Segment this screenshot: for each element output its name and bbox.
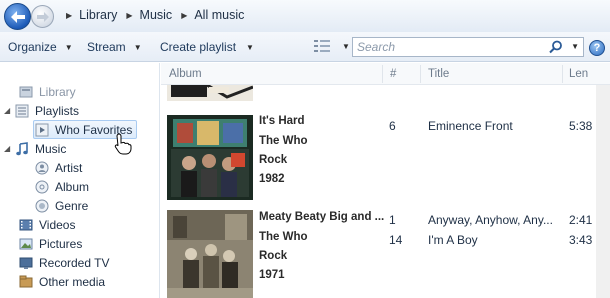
track-number[interactable]: 6 [389,119,396,133]
create-playlist-button[interactable]: Create playlist ▼ [160,40,254,54]
album-art-meaty-beaty[interactable] [167,210,253,298]
organize-label: Organize [8,40,57,54]
nav-item-other-media-label: Other media [39,274,106,289]
album-year[interactable]: 1982 [259,173,285,185]
album-cover-meaty-beaty [167,210,253,298]
nav-item-recorded-tv-label: Recorded TV [39,255,110,270]
nav-item-pictures[interactable]: Pictures [18,234,82,253]
nav-item-genre[interactable]: Genre [34,196,88,215]
nav-item-videos[interactable]: Videos [18,215,75,234]
organize-button[interactable]: Organize ▼ [8,40,73,54]
nav-item-playlists-label: Playlists [35,103,80,118]
music-note-icon [14,141,30,157]
album-name[interactable]: It's Hard [259,115,305,127]
breadcrumb-library[interactable]: Library [79,8,117,22]
chevron-down-icon: ▼ [342,41,350,51]
view-options-icon [314,40,330,52]
stream-label: Stream [87,40,126,54]
breadcrumb-all-music[interactable]: All music [194,8,244,22]
stream-button[interactable]: Stream ▼ [87,40,142,54]
chevron-down-icon: ▼ [64,42,73,52]
address-bar: ▶ Library ▶ Music ▶ All music [0,0,610,32]
pictures-icon [18,236,34,252]
nav-item-recorded-tv[interactable]: Recorded TV [18,253,109,272]
help-icon: ? [593,42,601,54]
breadcrumb-separator-icon[interactable]: ▶ [181,11,187,20]
breadcrumb: ▶ Library ▶ Music ▶ All music [66,8,253,22]
toolbar: Organize ▼ Stream ▼ Create playlist ▼ ▼ … [0,32,610,62]
album-name[interactable]: Meaty Beaty Big and ... [259,211,384,223]
nav-item-music-label: Music [35,141,67,156]
artist-icon [34,160,50,176]
help-button[interactable]: ? [589,40,605,56]
nav-item-pictures-label: Pictures [39,236,83,251]
album-year[interactable]: 1971 [259,269,285,281]
forward-arrow-icon [36,11,49,22]
album-cover-its-hard [167,115,253,200]
track-title[interactable]: I'm A Boy [428,233,478,247]
album-genre[interactable]: Rock [259,154,287,166]
search-icon[interactable] [549,40,563,54]
column-divider[interactable] [562,65,563,83]
chevron-down-icon: ▼ [133,42,142,52]
column-divider[interactable] [382,65,383,83]
search-dropdown-icon[interactable]: ▼ [571,42,579,51]
nav-item-album-label: Album [55,179,90,194]
nav-item-artist[interactable]: Artist [34,158,82,177]
video-icon [18,217,34,233]
hand-cursor-icon [114,133,132,155]
playlist-play-icon [34,122,50,138]
view-options-button[interactable]: ▼ [314,40,350,52]
track-number[interactable]: 1 [389,213,396,227]
collapse-arrow-icon[interactable]: ◢ [4,106,14,115]
track-number[interactable]: 14 [389,233,402,247]
track-length[interactable]: 2:41 [569,213,592,227]
other-media-icon [18,274,34,290]
column-length[interactable]: Len [569,68,588,80]
album-art-its-hard[interactable] [167,115,253,200]
nav-item-videos-label: Videos [39,217,76,232]
track-title[interactable]: Eminence Front [428,119,513,133]
album-art-previous[interactable] [167,85,253,101]
create-playlist-label: Create playlist [160,40,237,54]
search-input[interactable] [357,40,547,54]
navigation-pane: Library ◢ Playlists Who Favorites ◢ Musi… [0,63,160,298]
album-icon [34,179,50,195]
tv-icon [18,255,34,271]
nav-item-music[interactable]: ◢ Music [4,139,66,158]
column-divider[interactable] [420,65,421,83]
breadcrumb-music[interactable]: Music [140,8,173,22]
nav-item-library[interactable]: Library [8,82,76,101]
playlist-icon [14,103,30,119]
track-length[interactable]: 3:43 [569,233,592,247]
nav-item-artist-label: Artist [55,160,83,175]
chevron-down-icon: ▼ [246,42,254,52]
nav-item-playlists[interactable]: ◢ Playlists [4,101,79,120]
vertical-scrollbar[interactable] [596,85,610,298]
search-box[interactable]: ▼ [352,37,584,57]
library-icon [18,84,34,100]
library-content: Album # Title Len It's Hard The Who Rock… [161,63,610,298]
column-header: Album # Title Len [161,63,610,85]
column-album[interactable]: Album [169,68,202,80]
track-title[interactable]: Anyway, Anyhow, Any... [428,213,553,227]
collapse-arrow-icon[interactable]: ◢ [4,144,14,153]
nav-item-genre-label: Genre [55,198,89,213]
genre-icon [34,198,50,214]
column-number[interactable]: # [390,68,396,80]
nav-item-other-media[interactable]: Other media [18,272,105,291]
back-arrow-icon [10,10,25,23]
nav-item-album[interactable]: Album [34,177,89,196]
forward-button[interactable] [31,5,54,28]
track-length[interactable]: 5:38 [569,119,592,133]
album-artist[interactable]: The Who [259,231,308,243]
back-button[interactable] [4,3,31,30]
breadcrumb-separator-icon[interactable]: ▶ [126,11,132,20]
nav-item-library-label: Library [39,84,76,99]
album-cover-partial [167,85,253,101]
album-artist[interactable]: The Who [259,135,308,147]
column-title[interactable]: Title [428,68,449,80]
breadcrumb-separator-icon[interactable]: ▶ [66,11,72,20]
album-genre[interactable]: Rock [259,250,287,262]
